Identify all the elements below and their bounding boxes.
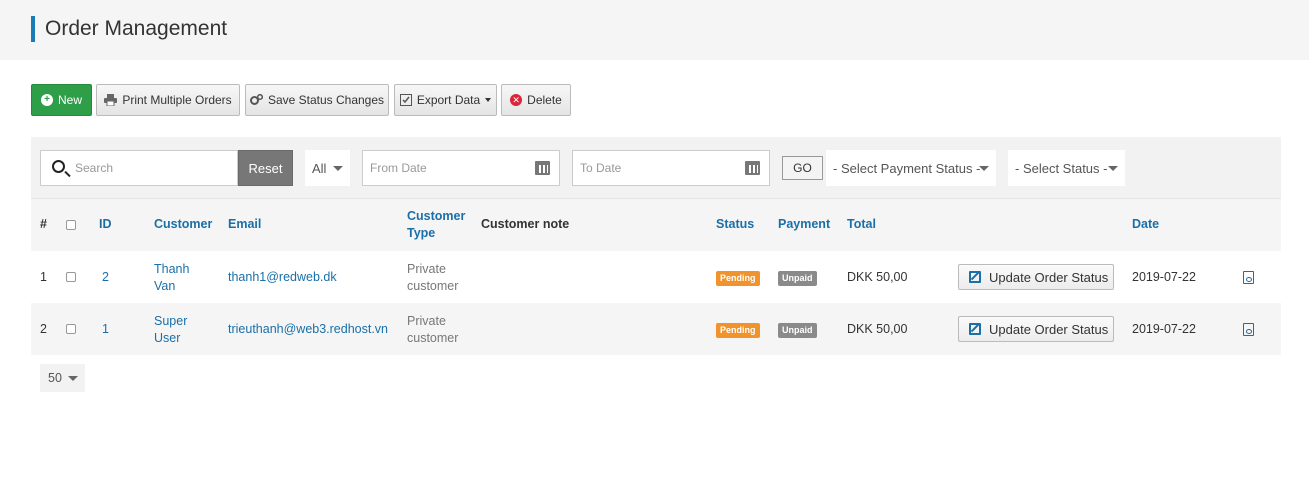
pdf-icon[interactable] [1243,271,1254,284]
column-header-status[interactable]: Status [716,216,754,233]
payment-status-select-value: - Select Payment Status - [833,160,981,176]
status-select-value: - Select Status - [1015,160,1108,176]
reset-button[interactable]: Reset [238,150,293,186]
to-date-field [572,150,770,186]
email-link[interactable]: trieuthanh@web3.redhost.vn [228,321,388,338]
page-size-select[interactable]: 50 [40,364,85,392]
delete-x-icon: ✕ [510,94,523,106]
customer-link[interactable]: Super User [154,313,187,347]
column-header-customer-note: Customer note [481,217,570,231]
customer-link[interactable]: Thanh Van [154,261,189,295]
column-header-date[interactable]: Date [1132,216,1159,233]
pdf-icon[interactable] [1243,323,1254,336]
table-header: # ID Customer Email Customer Type Custom… [31,199,1281,251]
update-order-status-label: Update Order Status [989,321,1109,337]
column-header-id[interactable]: ID [99,216,112,233]
order-date: 2019-07-22 [1132,322,1196,336]
search-icon [52,160,65,173]
order-id-link[interactable]: 2 [102,269,109,286]
customer-last-name: Van [154,279,176,293]
filter-bar: Reset All GO - Select Payment Status - -… [31,137,1281,199]
type-select-value: All [312,160,327,176]
save-status-changes-button[interactable]: Save Status Changes [245,84,389,116]
order-total: DKK 50,00 [847,270,908,284]
print-multiple-orders-label: Print Multiple Orders [122,93,232,107]
order-total: DKK 50,00 [847,322,908,336]
search-box [40,150,238,186]
customer-type-line1: Private [407,262,446,276]
type-select[interactable]: All [305,150,350,186]
payment-badge: Unpaid [778,271,817,286]
row-number: 1 [40,270,47,284]
order-id-link[interactable]: 1 [102,321,109,338]
customer-type-line2: customer [407,279,459,293]
table-row: 2 1 Super User trieuthanh@web3.redhost.v… [31,303,1281,355]
caret-down-icon [333,166,343,171]
calendar-icon[interactable] [745,161,760,175]
customer-first-name: Super [154,314,188,328]
column-header-total[interactable]: Total [847,216,876,233]
search-input[interactable] [73,152,233,184]
plus-icon: + [40,94,53,106]
go-button[interactable]: GO [782,156,823,180]
column-header-customer-type[interactable]: Customer Type [407,208,465,242]
status-badge: Pending [716,271,760,286]
new-button-label: New [57,93,82,107]
select-all-checkbox[interactable] [66,220,76,230]
calendar-icon[interactable] [535,161,550,175]
export-data-button[interactable]: Export Data [394,84,497,116]
update-order-status-button[interactable]: Update Order Status [958,316,1114,342]
payment-status-select[interactable]: - Select Payment Status - [826,150,996,186]
email-link[interactable]: thanh1@redweb.dk [228,269,337,286]
page-size-value: 50 [48,371,62,385]
gears-icon [249,94,263,105]
order-date: 2019-07-22 [1132,270,1196,284]
customer-type-line2: customer [407,331,459,345]
update-order-status-label: Update Order Status [989,269,1109,285]
caret-down-icon [1108,166,1118,171]
column-header-number: # [40,217,47,231]
printer-icon [104,94,118,106]
column-header-customer-type-line1: Customer [407,209,466,223]
customer-type: Private customer [407,313,458,347]
caret-down-icon [485,98,492,102]
from-date-field [362,150,560,186]
edit-icon [969,271,981,283]
save-status-changes-label: Save Status Changes [267,93,385,107]
column-header-email[interactable]: Email [228,216,261,233]
customer-type-line1: Private [407,314,446,328]
delete-button[interactable]: ✕ Delete [501,84,571,116]
row-number: 2 [40,322,47,336]
customer-last-name: User [154,331,181,345]
new-button[interactable]: + New [31,84,92,116]
caret-down-icon [68,376,78,381]
export-data-label: Export Data [416,93,481,107]
update-order-status-button[interactable]: Update Order Status [958,264,1114,290]
column-header-customer-type-line2: Type [407,226,436,240]
status-select[interactable]: - Select Status - [1008,150,1125,186]
column-header-payment[interactable]: Payment [778,216,830,233]
customer-type: Private customer [407,261,458,295]
status-badge: Pending [716,323,760,338]
page-title: Order Management [31,16,227,42]
export-icon [399,94,412,106]
to-date-input[interactable] [578,153,728,183]
table-row: 1 2 Thanh Van thanh1@redweb.dk Private c… [31,251,1281,303]
caret-down-icon [979,166,989,171]
payment-badge: Unpaid [778,323,817,338]
column-header-customer[interactable]: Customer [154,216,212,233]
row-checkbox[interactable] [66,272,76,282]
customer-first-name: Thanh [154,262,190,276]
row-checkbox[interactable] [66,324,76,334]
delete-button-label: Delete [527,93,562,107]
page-header: Order Management [0,0,1309,60]
from-date-input[interactable] [368,153,518,183]
print-multiple-orders-button[interactable]: Print Multiple Orders [96,84,240,116]
edit-icon [969,323,981,335]
